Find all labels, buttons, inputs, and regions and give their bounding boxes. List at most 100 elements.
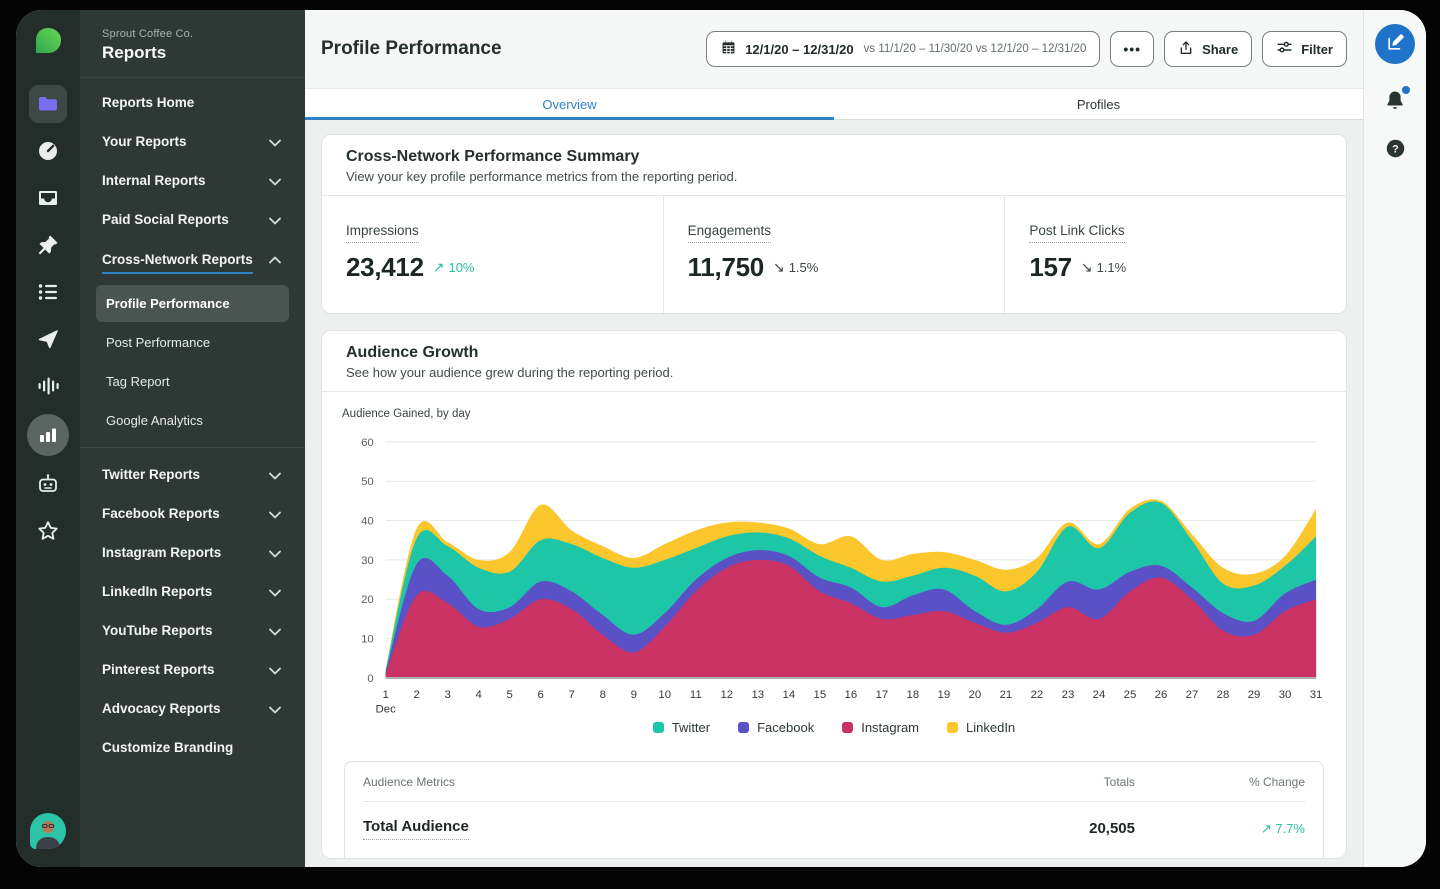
svg-text:28: 28 bbox=[1217, 689, 1230, 701]
summary-metrics-row: Impressions23,412↗10%Engagements11,750↘1… bbox=[322, 196, 1346, 313]
sidebar-item-reports-home[interactable]: Reports Home bbox=[80, 84, 305, 123]
sidebar-item-internal-reports[interactable]: Internal Reports bbox=[80, 162, 305, 201]
svg-text:29: 29 bbox=[1248, 689, 1261, 701]
sidebar-item-pinterest-reports[interactable]: Pinterest Reports bbox=[80, 651, 305, 690]
metric-value: 11,750 bbox=[688, 252, 764, 283]
total-audience-label[interactable]: Total Audience bbox=[363, 818, 469, 840]
compose-button[interactable] bbox=[1375, 24, 1415, 64]
svg-text:6: 6 bbox=[538, 689, 544, 701]
filter-label: Filter bbox=[1301, 42, 1333, 57]
chevron-down-icon bbox=[269, 706, 281, 714]
chart-legend: Twitter Facebook Instagram LinkedIn bbox=[342, 720, 1326, 735]
sidebar-subitem-post-performance[interactable]: Post Performance bbox=[96, 324, 289, 361]
trend-up-arrow-icon: ↗ bbox=[433, 259, 445, 276]
legend-twitter[interactable]: Twitter bbox=[653, 720, 710, 735]
listening-waves-icon[interactable] bbox=[29, 367, 67, 405]
dashboard-gauge-icon[interactable] bbox=[29, 132, 67, 170]
sidebar-item-facebook-reports[interactable]: Facebook Reports bbox=[80, 495, 305, 534]
total-audience-value: 20,505 bbox=[1089, 820, 1135, 837]
svg-text:22: 22 bbox=[1031, 689, 1044, 701]
sidebar-item-linkedin-reports[interactable]: LinkedIn Reports bbox=[80, 573, 305, 612]
svg-text:3: 3 bbox=[445, 689, 451, 701]
metric-value: 23,412 bbox=[346, 252, 424, 283]
audience-chart-block: Audience Gained, by day 0102030405060123… bbox=[322, 392, 1346, 735]
svg-text:15: 15 bbox=[814, 689, 827, 701]
svg-text:13: 13 bbox=[751, 689, 764, 701]
pin-icon[interactable] bbox=[29, 226, 67, 264]
cross-network-subnav: Profile PerformancePost PerformanceTag R… bbox=[96, 285, 289, 439]
sidebar-subitem-tag-report[interactable]: Tag Report bbox=[96, 363, 289, 400]
chevron-down-icon bbox=[269, 178, 281, 186]
legend-facebook[interactable]: Facebook bbox=[738, 720, 814, 735]
bot-icon[interactable] bbox=[29, 465, 67, 503]
legend-instagram[interactable]: Instagram bbox=[842, 720, 919, 735]
legend-linkedin[interactable]: LinkedIn bbox=[947, 720, 1015, 735]
svg-text:?: ? bbox=[1392, 143, 1399, 155]
page-title: Profile Performance bbox=[321, 38, 502, 60]
metric-change: ↘1.5% bbox=[773, 259, 818, 276]
sidebar-item-instagram-reports[interactable]: Instagram Reports bbox=[80, 534, 305, 573]
trend-down-arrow-icon: ↘ bbox=[773, 259, 785, 276]
svg-text:40: 40 bbox=[361, 516, 374, 528]
metric-label[interactable]: Impressions bbox=[346, 223, 419, 243]
network-report-sections: Twitter ReportsFacebook ReportsInstagram… bbox=[80, 456, 305, 768]
sidebar-item-paid-social-reports[interactable]: Paid Social Reports bbox=[80, 201, 305, 240]
share-button[interactable]: Share bbox=[1164, 31, 1252, 67]
metric-label[interactable]: Engagements bbox=[688, 223, 771, 243]
tab-overview[interactable]: Overview bbox=[305, 89, 834, 119]
col-audience-metrics: Audience Metrics bbox=[363, 775, 935, 789]
sidebar-item-your-reports[interactable]: Your Reports bbox=[80, 123, 305, 162]
svg-text:14: 14 bbox=[782, 689, 795, 701]
notifications-button[interactable] bbox=[1383, 88, 1407, 114]
svg-text:20: 20 bbox=[969, 689, 982, 701]
audience-title: Audience Growth bbox=[346, 344, 1322, 362]
metric-label[interactable]: Post Link Clicks bbox=[1029, 223, 1124, 243]
svg-text:8: 8 bbox=[600, 689, 606, 701]
svg-text:50: 50 bbox=[361, 476, 374, 488]
legend-swatch bbox=[947, 722, 958, 733]
col-totals: Totals bbox=[935, 775, 1135, 789]
trend-down-arrow-icon: ↘ bbox=[1081, 259, 1093, 276]
sidebar-subitem-google-analytics[interactable]: Google Analytics bbox=[96, 402, 289, 439]
sidebar-item-youtube-reports[interactable]: YouTube Reports bbox=[80, 612, 305, 651]
publishing-plane-icon[interactable] bbox=[29, 320, 67, 358]
reports-bars-icon[interactable] bbox=[27, 414, 69, 456]
svg-text:60: 60 bbox=[361, 437, 374, 449]
sidebar-subitem-profile-performance[interactable]: Profile Performance bbox=[96, 285, 289, 322]
metric-post-link-clicks: Post Link Clicks157↘1.1% bbox=[1005, 196, 1346, 313]
svg-text:24: 24 bbox=[1093, 689, 1106, 701]
legend-swatch bbox=[653, 722, 664, 733]
chevron-down-icon bbox=[269, 139, 281, 147]
feed-list-icon[interactable] bbox=[29, 273, 67, 311]
compose-icon bbox=[1386, 33, 1405, 55]
audience-card-header: Audience Growth See how your audience gr… bbox=[322, 331, 1346, 392]
reports-sidebar: Sprout Coffee Co. Reports Reports HomeYo… bbox=[80, 10, 305, 867]
more-options-button[interactable]: ••• bbox=[1110, 31, 1154, 67]
sidebar-item-advocacy-reports[interactable]: Advocacy Reports bbox=[80, 690, 305, 729]
company-name: Sprout Coffee Co. bbox=[102, 28, 283, 40]
user-avatar[interactable] bbox=[30, 813, 66, 849]
tab-profiles[interactable]: Profiles bbox=[834, 89, 1363, 119]
svg-text:10: 10 bbox=[658, 689, 671, 701]
summary-card-header: Cross-Network Performance Summary View y… bbox=[322, 135, 1346, 196]
date-range-button[interactable]: 12/1/20 – 12/31/20 vs 11/1/20 – 11/30/20… bbox=[706, 31, 1100, 67]
share-icon bbox=[1178, 40, 1194, 59]
svg-text:Dec: Dec bbox=[376, 704, 397, 716]
svg-text:31: 31 bbox=[1310, 689, 1323, 701]
calendar-icon bbox=[720, 39, 737, 59]
metric-engagements: Engagements 11,750 ↘1.5% bbox=[664, 196, 1006, 313]
sidebar-item-customize-branding[interactable]: Customize Branding bbox=[80, 729, 305, 768]
audience-growth-chart[interactable]: 0102030405060123456789101112131415161718… bbox=[342, 428, 1326, 718]
sidebar-item-cross-network-reports[interactable]: Cross-Network Reports bbox=[80, 240, 305, 279]
chevron-down-icon bbox=[269, 667, 281, 675]
sidebar-item-twitter-reports[interactable]: Twitter Reports bbox=[80, 456, 305, 495]
filter-button[interactable]: Filter bbox=[1262, 31, 1347, 67]
svg-text:25: 25 bbox=[1124, 689, 1137, 701]
folder-icon[interactable] bbox=[29, 85, 67, 123]
help-button[interactable]: ? bbox=[1385, 138, 1406, 164]
table-row: Total Audience 20,505 ↗ 7.7% bbox=[345, 802, 1323, 858]
star-icon[interactable] bbox=[29, 512, 67, 550]
svg-text:1: 1 bbox=[382, 689, 388, 701]
sprout-logo-icon[interactable] bbox=[33, 26, 63, 56]
inbox-icon[interactable] bbox=[29, 179, 67, 217]
